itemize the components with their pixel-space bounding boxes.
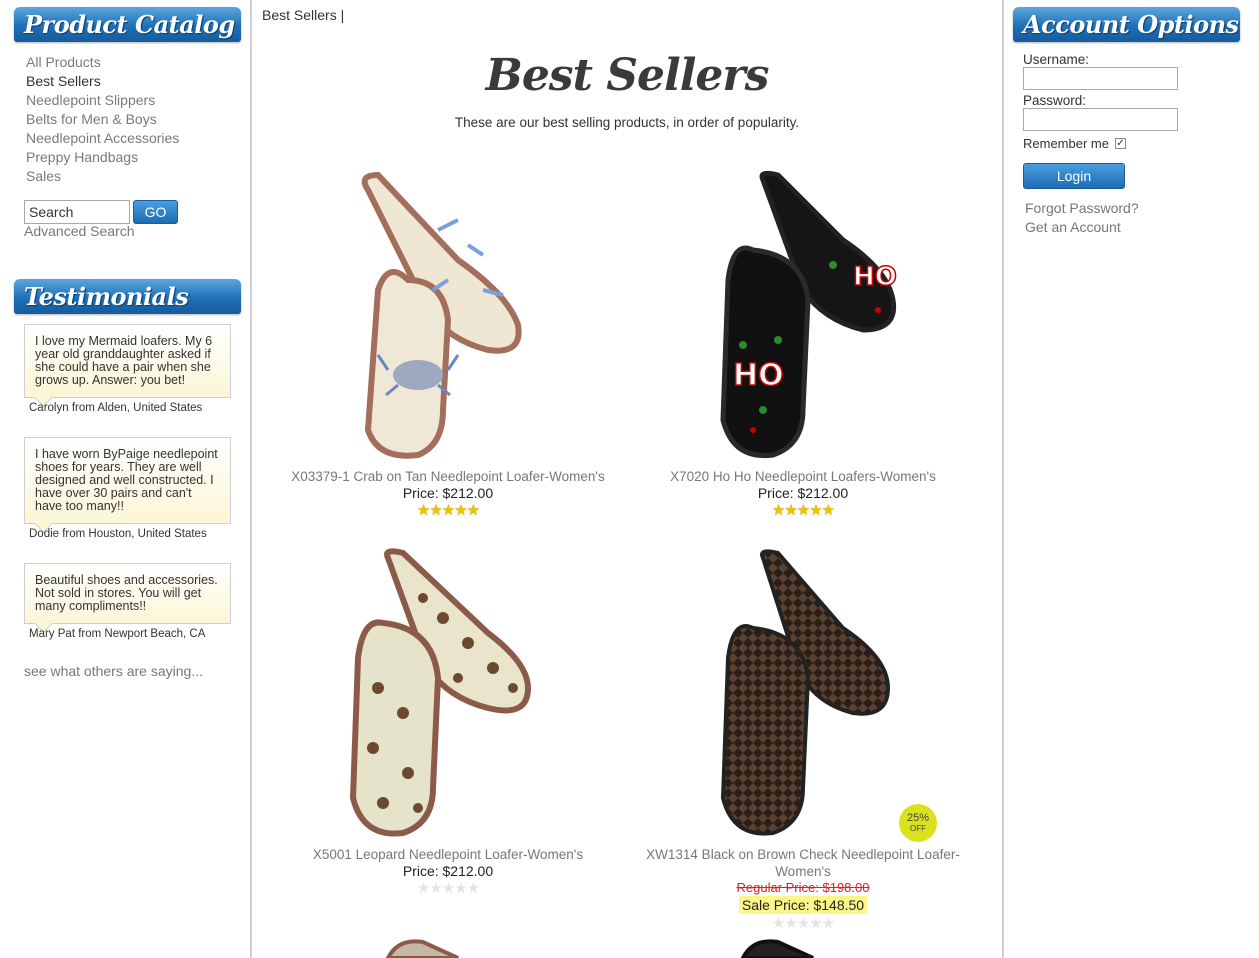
testimonial-author: Dodie from Houston, United States: [29, 528, 207, 540]
regular-price: Regular Price: $198.00: [736, 880, 870, 895]
account-options-header: Account Options: [1013, 7, 1240, 42]
advanced-search-link[interactable]: Advanced Search: [24, 223, 135, 239]
remember-me-row: Remember me ✓: [1023, 136, 1126, 151]
product-name-link[interactable]: XW1314 Black on Brown Check Needlepoint …: [633, 846, 973, 880]
search-input[interactable]: [24, 200, 130, 224]
sale-price: Sale Price: $148.50: [738, 896, 868, 914]
see-more-testimonials-link[interactable]: see what others are saying...: [24, 663, 203, 679]
nav-item-belts[interactable]: Belts for Men & Boys: [26, 110, 179, 129]
nav-item-best-sellers[interactable]: Best Sellers: [26, 72, 179, 91]
nav-item-accessories[interactable]: Needlepoint Accessories: [26, 129, 179, 148]
search-go-button[interactable]: GO: [133, 200, 178, 224]
testimonial-author: Mary Pat from Newport Beach, CA: [29, 628, 206, 640]
search-form: GO: [24, 200, 178, 224]
password-label: Password:: [1023, 93, 1087, 108]
product-name-link[interactable]: X5001 Leopard Needlepoint Loafer-Women's: [278, 846, 618, 863]
rating-stars: ★★★★★: [771, 915, 835, 932]
nav-item-handbags[interactable]: Preppy Handbags: [26, 148, 179, 167]
product-price: Price: $212.00: [402, 485, 494, 501]
testimonial-bubble: I love my Mermaid loafers. My 6 year old…: [24, 324, 231, 398]
remember-me-label: Remember me: [1023, 136, 1109, 151]
breadcrumb: Best Sellers |: [262, 7, 345, 23]
product-image-check-loafer[interactable]: [703, 548, 903, 838]
username-label: Username:: [1023, 52, 1090, 67]
nav-item-needlepoint-slippers[interactable]: Needlepoint Slippers: [26, 91, 179, 110]
product-image-partial[interactable]: [378, 936, 578, 958]
product-card: 25% OFF XW1314 Black on Brown Check Need…: [633, 548, 973, 932]
svg-text:HO: HO: [853, 262, 897, 292]
product-name-link[interactable]: X7020 Ho Ho Needlepoint Loafers-Women's: [633, 468, 973, 485]
testimonial-author: Carolyn from Alden, United States: [29, 402, 203, 414]
product-card: HO HO X7020 Ho Ho Needlepoint Loafers-Wo…: [633, 170, 973, 519]
nav-item-sales[interactable]: Sales: [26, 167, 179, 186]
testimonials-header: Testimonials: [14, 279, 241, 314]
login-button[interactable]: Login: [1023, 163, 1125, 189]
rating-stars: ★★★★★: [416, 880, 480, 897]
forgot-password-link[interactable]: Forgot Password?: [1025, 200, 1139, 216]
badge-off: OFF: [910, 824, 926, 833]
testimonial-bubble: Beautiful shoes and accessories. Not sol…: [24, 563, 231, 624]
product-name-link[interactable]: X03379-1 Crab on Tan Needlepoint Loafer-…: [278, 468, 618, 485]
product-catalog-header: Product Catalog: [14, 7, 241, 42]
product-image-hoho-loafer[interactable]: HO HO: [703, 170, 903, 460]
main-content: Best Sellers | Best Sellers These are ou…: [250, 0, 1004, 958]
testimonial-bubble: I have worn ByPaige needlepoint shoes fo…: [24, 437, 231, 524]
password-input[interactable]: [1023, 108, 1178, 131]
page-title: Best Sellers: [485, 50, 770, 101]
remember-me-checkbox[interactable]: ✓: [1114, 138, 1126, 149]
sale-badge: 25% OFF: [899, 804, 937, 842]
get-account-link[interactable]: Get an Account: [1025, 219, 1121, 235]
product-card: X03379-1 Crab on Tan Needlepoint Loafer-…: [278, 170, 618, 519]
left-sidebar: Product Catalog All Products Best Seller…: [0, 0, 250, 958]
product-card: X5001 Leopard Needlepoint Loafer-Women's…: [278, 548, 618, 897]
product-price: Price: $212.00: [757, 485, 849, 501]
rating-stars: ★★★★★: [771, 502, 835, 519]
nav-item-all-products[interactable]: All Products: [26, 53, 179, 72]
product-image-crab-loafer[interactable]: [348, 170, 548, 460]
rating-stars: ★★★★★: [416, 502, 480, 519]
product-image-leopard-loafer[interactable]: [348, 548, 548, 838]
product-image-partial[interactable]: [733, 936, 933, 958]
username-input[interactable]: [1023, 67, 1178, 90]
svg-text:HO: HO: [733, 358, 784, 393]
catalog-nav: All Products Best Sellers Needlepoint Sl…: [26, 53, 179, 186]
page-subtitle: These are our best selling products, in …: [454, 115, 800, 130]
badge-percent: 25%: [906, 812, 930, 824]
product-price: Price: $212.00: [402, 863, 494, 879]
account-sidebar: Account Options Username: Password: Reme…: [1004, 0, 1259, 958]
